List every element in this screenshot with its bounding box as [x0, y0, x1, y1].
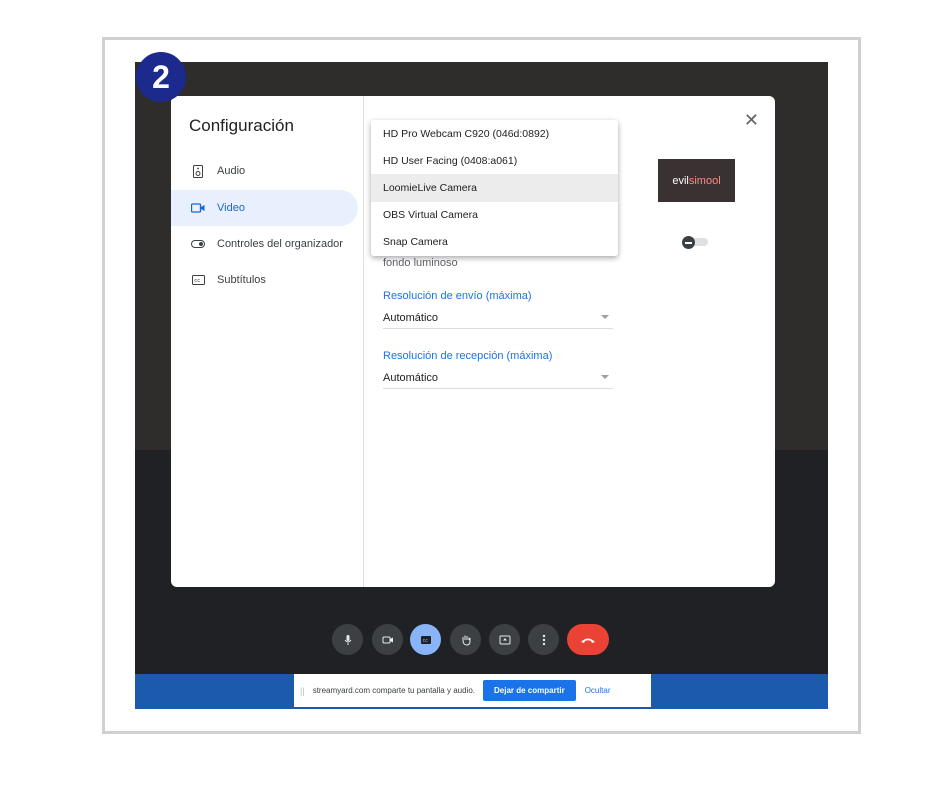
speaker-icon [191, 164, 205, 178]
dropdown-arrow-icon [601, 315, 609, 319]
nav-item-label: Video [217, 202, 245, 214]
camera-option[interactable]: HD Pro Webcam C920 (046d:0892) [371, 120, 618, 147]
settings-sidebar: Configuración Audio Video Controles del … [171, 96, 364, 587]
send-resolution-select[interactable]: Automático [383, 307, 613, 329]
receive-resolution-select[interactable]: Automático [383, 367, 613, 389]
nav-item-label: Controles del organizador [217, 238, 343, 250]
lighting-toggle[interactable] [682, 236, 710, 249]
toggle-knob [682, 236, 695, 249]
hand-icon [462, 635, 470, 646]
send-resolution-label: Resolución de envío (máxima) [383, 290, 532, 302]
camera-option[interactable]: Snap Camera [371, 229, 618, 256]
select-value: Automático [383, 371, 439, 384]
nav-item-host-controls[interactable]: Controles del organizador [171, 226, 358, 262]
dropdown-arrow-icon [601, 375, 609, 379]
camera-option[interactable]: HD User Facing (0408:a061) [371, 147, 618, 174]
share-notice: || streamyard.com comparte tu pantalla y… [294, 674, 651, 707]
present-button[interactable] [489, 624, 520, 655]
preview-text-a: evil [672, 174, 689, 187]
captions-icon: cc [420, 635, 431, 644]
lighting-label-fragment: fondo luminoso [383, 257, 458, 269]
toggle-icon [191, 237, 205, 251]
stop-sharing-button[interactable]: Dejar de compartir [483, 680, 576, 701]
captions-icon: cc [191, 273, 205, 287]
select-value: Automático [383, 311, 439, 324]
camera-dropdown-menu: HD Pro Webcam C920 (046d:0892) HD User F… [371, 120, 618, 256]
drag-handle-icon[interactable]: || [300, 686, 305, 696]
receive-resolution-label: Resolución de recepción (máxima) [383, 350, 553, 362]
step-badge: 2 [136, 52, 186, 102]
raise-hand-button[interactable] [450, 624, 481, 655]
camera-option[interactable]: LoomieLive Camera [371, 174, 618, 202]
call-controls: cc [135, 622, 828, 662]
nav-item-audio[interactable]: Audio [171, 153, 358, 189]
hide-link[interactable]: Ocultar [585, 686, 611, 695]
more-vert-icon [542, 634, 545, 645]
end-call-button[interactable] [567, 624, 609, 655]
hang-up-icon [581, 638, 595, 643]
nav-item-video[interactable]: Video [171, 190, 358, 226]
svg-text:cc: cc [422, 638, 428, 644]
preview-text-b: simool [688, 174, 721, 187]
camera-preview-thumbnail: evil simool [658, 159, 735, 202]
microphone-icon [344, 634, 351, 645]
close-icon[interactable]: ✕ [744, 110, 759, 131]
nav-item-label: Subtítulos [217, 274, 266, 286]
captions-button[interactable]: cc [410, 624, 441, 655]
more-options-button[interactable] [528, 624, 559, 655]
microphone-button[interactable] [332, 624, 363, 655]
present-screen-icon [499, 635, 510, 644]
video-camera-icon [191, 201, 205, 215]
nav-item-captions[interactable]: cc Subtítulos [171, 262, 358, 298]
svg-text:cc: cc [194, 278, 200, 284]
camera-button[interactable] [372, 624, 403, 655]
screen-share-bar: || streamyard.com comparte tu pantalla y… [135, 674, 828, 709]
camera-option[interactable]: OBS Virtual Camera [371, 202, 618, 229]
nav-item-label: Audio [217, 165, 246, 177]
dialog-title: Configuración [189, 116, 294, 135]
share-message: streamyard.com comparte tu pantalla y au… [312, 686, 475, 695]
camera-icon [382, 636, 393, 643]
